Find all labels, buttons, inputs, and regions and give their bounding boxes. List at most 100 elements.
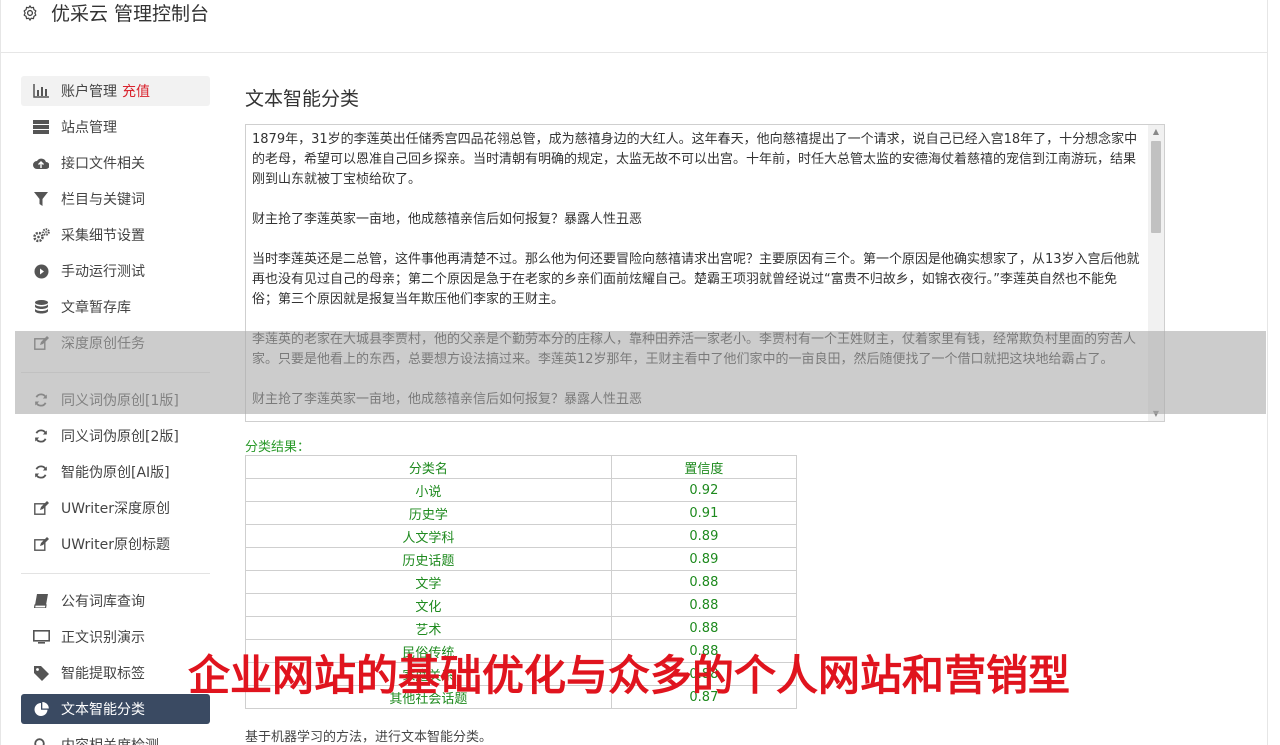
table-row: 小说 0.92 [245,478,798,502]
scroll-down-arrow-icon[interactable]: ▼ [1148,407,1164,421]
sidebar-item-public-lexicon[interactable]: 公有词库查询 [21,586,210,616]
category-cell: 历史学 [245,501,612,525]
sidebar-item-article-store[interactable]: 文章暂存库 [21,292,210,322]
sidebar-item-keywords[interactable]: 栏目与关键词 [21,184,210,214]
confidence-cell: 0.88 [610,570,798,594]
table-row: 文化 0.88 [245,593,798,617]
sidebar-item-label: 站点管理 [61,120,117,136]
sidebar-item-label: 同义词伪原创[2版] [61,429,179,445]
confidence-cell: 0.91 [610,501,798,525]
confidence-cell: 0.88 [610,593,798,617]
sidebar-item-label: 文本智能分类 [61,702,145,718]
text-paragraph: 当时李莲英还是二总管，这件事他再清楚不过。那么他为何还要冒险向慈禧请求出宫呢？主… [252,252,1140,307]
sidebar-item-interface-files[interactable]: 接口文件相关 [21,148,210,178]
sidebar-item-label: 文章暂存库 [61,300,131,316]
sidebar-item-label: 深度原创任务 [61,336,145,352]
database-icon [32,298,50,316]
table-row: 艺术 0.88 [245,616,798,640]
edit-icon [32,535,50,553]
sidebar-item-label: UWriter原创标题 [61,537,170,553]
sidebar-item-label: 同义词伪原创[1版] [61,393,179,409]
result-label: 分类结果： [245,440,311,455]
page: 优采云 管理控制台 账户管理 充值 站点管理 接口文件相关 栏目与关键词 采集细… [0,0,1280,745]
bar-chart-icon [32,82,50,100]
category-cell: 小说 [245,478,612,502]
sidebar-item-label: 手动运行测试 [61,264,145,280]
confidence-cell: 0.88 [610,616,798,640]
sidebar-item-label: 公有词库查询 [61,594,145,610]
header: 优采云 管理控制台 [0,0,1268,53]
sidebar-item-label: 内容相关度检测 [61,735,159,745]
column-header-confidence: 置信度 [610,455,798,479]
sidebar-item-label: 栏目与关键词 [61,192,145,208]
scroll-up-arrow-icon[interactable]: ▲ [1148,125,1164,139]
gear-icon [23,5,37,21]
frame-border-right [1267,0,1268,745]
cloud-upload-icon [32,154,50,172]
app-title: 优采云 管理控制台 [51,3,210,25]
table-row: 历史话题 0.89 [245,547,798,571]
banner-overlay-text: 企业网站的基础优化与众多的个人网站和营销型 [188,651,1071,700]
sidebar-item-text-classify[interactable]: 文本智能分类 [21,694,210,724]
sidebar-item-label: 账户管理 [61,84,117,100]
sidebar-item-uwriter-deep[interactable]: UWriter深度原创 [21,493,210,523]
text-content[interactable]: 1879年，31岁的李莲英出任储秀宫四品花翎总管，成为慈禧身边的大红人。这年春天… [252,130,1142,421]
text-input-area[interactable]: 1879年，31岁的李莲英出任储秀宫四品花翎总管，成为慈禧身边的大红人。这年春天… [245,124,1165,422]
confidence-cell: 0.89 [610,547,798,571]
play-circle-icon [32,262,50,280]
text-paragraph: 财主抢了李莲英家一亩地，他成慈禧亲信后如何报复？暴露人性丑恶 [252,212,643,227]
sidebar-divider [21,372,210,373]
sidebar-item-label: 采集细节设置 [61,228,145,244]
server-icon [32,118,50,136]
category-cell: 文学 [245,570,612,594]
sidebar-item-account[interactable]: 账户管理 充值 [21,76,210,106]
confidence-cell: 0.89 [610,524,798,548]
scroll-thumb[interactable] [1151,141,1161,233]
sidebar-item-manual-run[interactable]: 手动运行测试 [21,256,210,286]
sidebar-divider [21,573,210,574]
sidebar-item-synonym-v1[interactable]: 同义词伪原创[1版] [21,385,210,415]
column-header-category: 分类名 [245,455,612,479]
frame-border-left [0,0,1,745]
pie-chart-icon [32,700,50,718]
table-row: 历史学 0.91 [245,501,798,525]
category-cell: 历史话题 [245,547,612,571]
table-row: 文学 0.88 [245,570,798,594]
table-header-row: 分类名 置信度 [245,455,798,479]
table-row: 人文学科 0.89 [245,524,798,548]
refresh-icon [32,463,50,481]
text-paragraph: 财主抢了李莲英家一亩地，他成慈禧亲信后如何报复？暴露人性丑恶 [252,392,643,407]
edit-icon [32,499,50,517]
sidebar-item-label: 智能伪原创[AI版] [61,465,170,481]
monitor-icon [32,628,50,646]
textarea-scrollbar[interactable]: ▲ ▼ [1148,125,1164,421]
search-icon [32,736,50,745]
text-paragraph: 李莲英的老家在大城县李贾村，他的父亲是个勤劳本分的庄稼人，靠种田养活一家老小。李… [252,332,1137,367]
sidebar-item-extract-tags[interactable]: 智能提取标签 [21,658,210,688]
recharge-link[interactable]: 充值 [122,81,150,101]
page-title: 文本智能分类 [245,88,360,110]
sidebar-item-uwriter-title[interactable]: UWriter原创标题 [21,529,210,559]
sidebar-item-label: 智能提取标签 [61,666,145,682]
sidebar-item-ai-rewrite[interactable]: 智能伪原创[AI版] [21,457,210,487]
text-paragraph: 1879年，31岁的李莲英出任储秀宫四品花翎总管，成为慈禧身边的大红人。这年春天… [252,132,1138,187]
category-cell: 人文学科 [245,524,612,548]
edit-icon [32,334,50,352]
confidence-cell: 0.92 [610,478,798,502]
gears-icon [32,226,50,244]
sidebar-item-deep-original[interactable]: 深度原创任务 [21,328,210,358]
sidebar-item-label: UWriter深度原创 [61,501,170,517]
sidebar-item-relevance-check[interactable]: 内容相关度检测 [21,730,210,745]
book-icon [32,592,50,610]
footer-note: 基于机器学习的方法，进行文本智能分类。 [245,730,493,745]
sidebar-item-sites[interactable]: 站点管理 [21,112,210,142]
sidebar-item-text-recognition[interactable]: 正文识别演示 [21,622,210,652]
refresh-icon [32,391,50,409]
sidebar-item-label: 接口文件相关 [61,156,145,172]
category-cell: 艺术 [245,616,612,640]
filter-icon [32,190,50,208]
sidebar-item-collect-settings[interactable]: 采集细节设置 [21,220,210,250]
sidebar-item-synonym-v2[interactable]: 同义词伪原创[2版] [21,421,210,451]
sidebar-item-label: 正文识别演示 [61,630,145,646]
category-cell: 文化 [245,593,612,617]
